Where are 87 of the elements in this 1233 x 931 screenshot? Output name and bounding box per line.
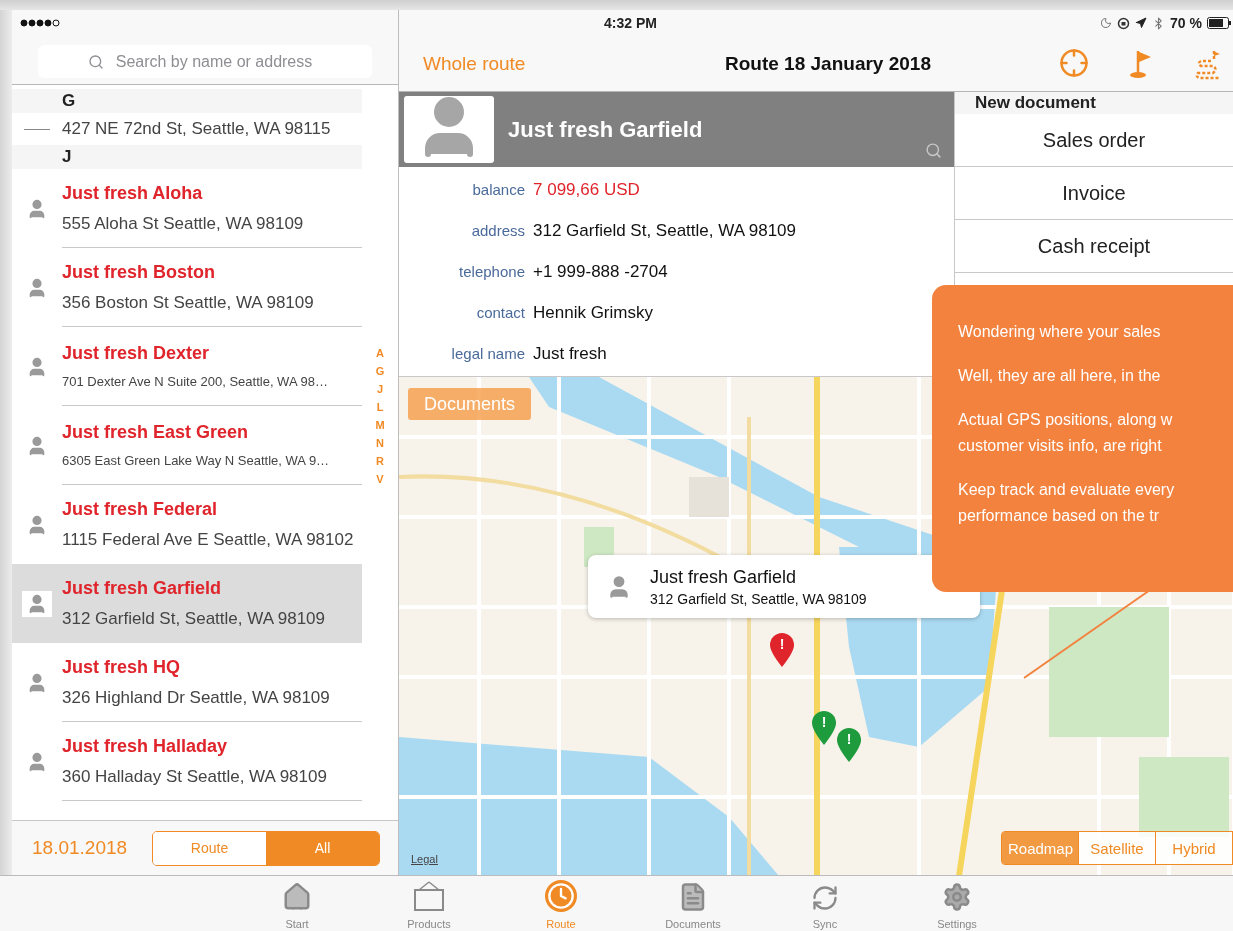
field-label: legal name xyxy=(450,345,525,362)
rotation-lock-icon xyxy=(1117,16,1131,30)
sync-icon xyxy=(811,884,839,912)
pin-label: ! xyxy=(845,731,853,747)
tab-bar-item[interactable]: Settings xyxy=(891,876,1023,931)
customer-address: 312 Garfield St, Seattle, WA 98109 xyxy=(62,609,327,629)
index-letter[interactable]: N xyxy=(376,437,384,452)
customer-address: 701 Dexter Ave N Suite 200, Seattle, WA 98… xyxy=(62,374,329,389)
search-icon[interactable] xyxy=(925,142,942,159)
home-icon xyxy=(282,882,312,912)
index-letter[interactable]: V xyxy=(376,473,384,488)
map-type-segment[interactable]: Roadmap xyxy=(1002,832,1079,864)
field-value: 312 Garfield St, Seattle, WA 98109 xyxy=(533,220,798,241)
customer-name: Just fresh Garfield xyxy=(62,578,223,599)
customer-address: 6305 East Green Lake Way N Seattle, WA 9… xyxy=(62,453,331,468)
documents-button[interactable]: Documents xyxy=(408,388,532,420)
map-callout[interactable]: Just fresh Garfield 312 Garfield St, Seattle, WA 98109 xyxy=(588,555,980,618)
battery-icon xyxy=(1207,17,1231,29)
crosshair-icon[interactable] xyxy=(1059,47,1089,80)
customer-name: Just fresh East Green xyxy=(62,422,250,443)
filter-segment[interactable]: Route xyxy=(153,831,266,865)
index-letter[interactable]: G xyxy=(375,365,385,380)
field-label: telephone xyxy=(458,263,525,280)
search-icon xyxy=(88,54,104,70)
pin-label: ! xyxy=(820,714,828,730)
frame-icon xyxy=(413,880,445,912)
field-value: +1 999-888 -2704 xyxy=(533,261,669,282)
date-label: 18.01.2018 xyxy=(32,837,129,859)
signal-icon xyxy=(20,19,60,27)
section-title: New document xyxy=(955,92,1233,114)
tooltip-paragraph: Actual GPS positions, along w customer visits info, are right xyxy=(958,410,1174,456)
pin-label: ! xyxy=(778,636,786,652)
customer-address: 360 Halladay St Seattle, WA 98109 xyxy=(62,766,328,787)
moon-icon xyxy=(1100,17,1113,29)
settings-icon xyxy=(942,882,972,912)
nav-title: Route 18 January 2018 xyxy=(725,52,931,75)
index-letter[interactable]: R xyxy=(376,455,384,470)
search-field[interactable]: Search by name or address xyxy=(38,45,372,78)
customer-name: Just fresh Dexter xyxy=(62,343,211,364)
customer-address: 356 Boston St Seattle, WA 98109 xyxy=(62,292,315,313)
tooltip-paragraph: Keep track and evaluate every performance based on the tr xyxy=(958,480,1176,526)
tab-bar-item[interactable]: Documents xyxy=(627,876,759,931)
map-type-segment[interactable]: Satellite xyxy=(1079,832,1156,864)
section-header: J xyxy=(12,145,362,169)
legal-link[interactable]: Legal xyxy=(411,853,438,865)
customer-name: Just fresh Boston xyxy=(62,261,217,283)
whole-route-link[interactable]: Whole route xyxy=(423,52,526,74)
field-value: Hennik Grimsky xyxy=(533,302,654,323)
field-label: balance xyxy=(471,181,525,198)
field-label: contact xyxy=(475,304,525,321)
field-value: 7 099,66 USD xyxy=(533,179,641,200)
customer-name: Just fresh HQ xyxy=(62,656,182,678)
person-icon xyxy=(22,590,52,617)
dash-icon xyxy=(24,128,50,130)
index-letter[interactable]: M xyxy=(375,419,385,434)
callout-name: Just fresh Garfield xyxy=(650,566,798,588)
tab-bar-item[interactable]: Start xyxy=(231,876,363,931)
customer-name: Just fresh Halladay xyxy=(62,735,229,757)
status-time: 4:32 PM xyxy=(604,15,658,31)
customer-name: Just fresh Aloha xyxy=(62,182,204,204)
map-pin-icon[interactable] xyxy=(769,632,795,668)
customer-name: Just fresh Federal xyxy=(62,499,219,520)
customer-address: 427 NE 72nd St, Seattle, WA 98115 xyxy=(62,119,332,139)
field-value: Just fresh xyxy=(533,343,608,364)
index-letter[interactable]: A xyxy=(376,347,384,362)
map-pin-icon[interactable] xyxy=(811,710,837,746)
location-icon xyxy=(1135,17,1148,29)
section-header: G xyxy=(12,89,362,113)
callout-address: 312 Garfield St, Seattle, WA 98109 xyxy=(650,590,867,607)
customer-address: 326 Highland Dr Seattle, WA 98109 xyxy=(62,687,331,708)
index-letter[interactable]: J xyxy=(376,383,384,398)
map-pin-icon[interactable] xyxy=(836,727,862,763)
tooltip-paragraph: Well, they are all here, in the xyxy=(958,366,1162,386)
battery-percent: 70 % xyxy=(1170,15,1202,31)
tooltip-paragraph: Wondering where your sales xyxy=(958,322,1162,342)
filter-segment[interactable]: All xyxy=(266,831,379,865)
tab-bar-item[interactable]: Route xyxy=(495,876,627,931)
customer-title: Just fresh Garfield xyxy=(508,116,703,143)
customer-row[interactable]: Just fresh Garfield 312 Garfield St, Seattle, WA 98109 xyxy=(12,564,362,643)
tab-bar-item[interactable]: Sync xyxy=(759,876,891,931)
customer-address: 1115 Federal Ave E Seattle, WA 98102 xyxy=(62,530,355,550)
clock-icon xyxy=(545,880,577,912)
tab-bar-item[interactable]: Products xyxy=(363,876,495,931)
customer-address: 555 Aloha St Seattle, WA 98109 xyxy=(62,213,305,234)
index-letter[interactable]: L xyxy=(376,401,384,416)
map-type-segment[interactable]: Hybrid xyxy=(1156,832,1233,864)
field-label: address xyxy=(470,222,525,239)
